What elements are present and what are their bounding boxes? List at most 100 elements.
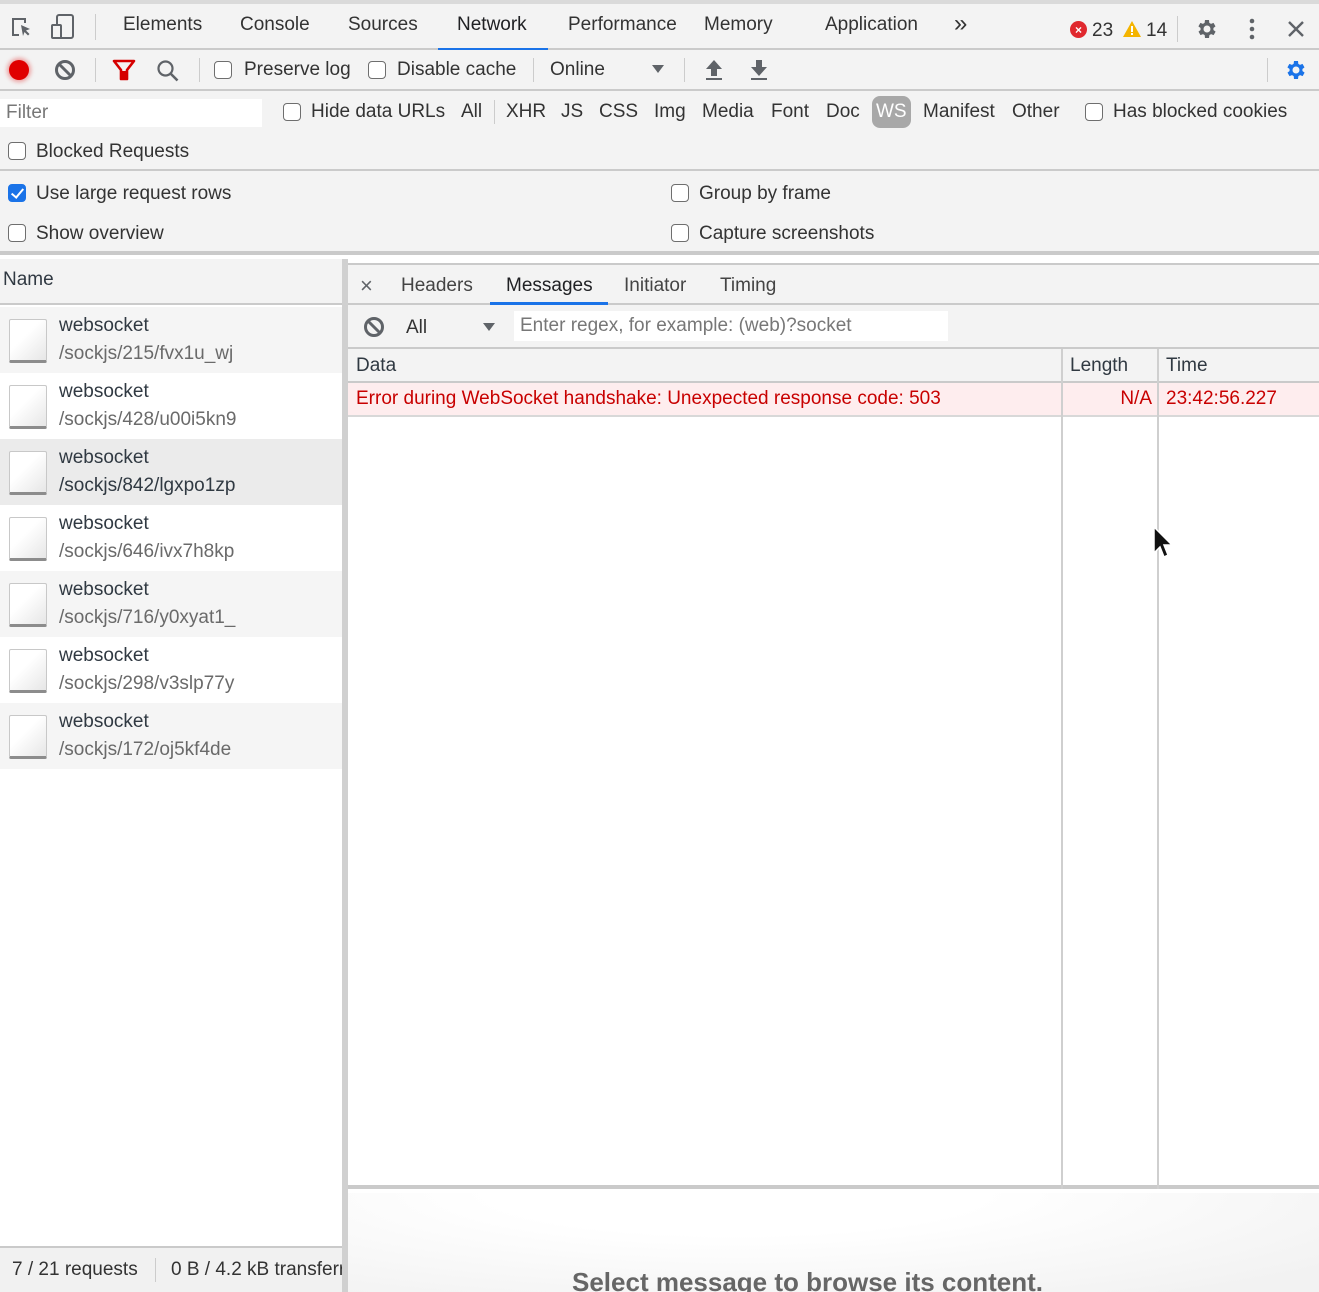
close-detail-icon[interactable]: × (360, 273, 373, 299)
blocked-requests-checkbox[interactable] (8, 142, 26, 160)
filter-type-img[interactable]: Img (654, 101, 686, 123)
kebab-menu-icon[interactable] (1240, 16, 1264, 42)
throttling-select[interactable]: Online (550, 59, 605, 81)
request-row[interactable]: websocket/sockjs/646/ivx7h8kp (0, 505, 342, 571)
filter-type-ws[interactable]: WS (872, 96, 911, 128)
show-overview-checkbox[interactable] (8, 224, 26, 242)
mouse-cursor-icon (1152, 525, 1176, 565)
capture-screenshots-checkbox[interactable] (671, 224, 689, 242)
column-divider[interactable] (1061, 349, 1063, 1189)
request-path: /sockjs/646/ivx7h8kp (59, 541, 235, 562)
disable-cache-label[interactable]: Disable cache (397, 59, 516, 81)
transfer-size: 0 B / 4.2 kB transferred (171, 1259, 344, 1280)
requests-count: 7 / 21 requests (12, 1259, 138, 1280)
search-button[interactable] (155, 58, 181, 84)
request-path: /sockjs/215/fvx1u_wj (59, 343, 234, 364)
message-row-error[interactable]: Error during WebSocket handshake: Unexpe… (348, 383, 1319, 417)
filter-toggle-button[interactable] (111, 58, 137, 82)
preserve-log-label[interactable]: Preserve log (244, 59, 351, 81)
inspect-element-icon[interactable] (8, 14, 34, 40)
document-icon (9, 649, 47, 693)
column-header-label: Time (1166, 355, 1208, 376)
close-icon[interactable] (1284, 16, 1308, 42)
request-row[interactable]: websocket/sockjs/172/oj5kf4de (0, 703, 342, 769)
tab-sources[interactable]: Sources (348, 14, 418, 36)
filter-type-font[interactable]: Font (771, 101, 809, 123)
filter-type-doc[interactable]: Doc (826, 101, 860, 123)
errors-count[interactable]: 23 (1092, 20, 1113, 42)
clear-messages-button[interactable] (363, 316, 385, 338)
document-icon (9, 385, 47, 429)
request-row[interactable]: websocket/sockjs/428/u00i5kn9 (0, 373, 342, 439)
filter-input[interactable] (0, 99, 262, 127)
dropdown-arrow-icon[interactable] (481, 320, 497, 334)
group-by-frame-label[interactable]: Group by frame (699, 183, 831, 205)
disable-cache-checkbox[interactable] (368, 61, 386, 79)
group-by-frame-checkbox[interactable] (671, 184, 689, 202)
request-row[interactable]: websocket/sockjs/298/v3slp77y (0, 637, 342, 703)
show-overview-label[interactable]: Show overview (36, 223, 164, 245)
clear-button[interactable] (53, 58, 77, 82)
filter-type-media[interactable]: Media (702, 101, 754, 123)
network-settings-button[interactable] (1282, 57, 1308, 83)
more-tabs-chevron-icon[interactable]: » (954, 10, 967, 38)
preserve-log-checkbox[interactable] (214, 61, 232, 79)
tab-performance[interactable]: Performance (568, 14, 677, 36)
hide-data-urls-checkbox[interactable] (283, 103, 301, 121)
warning-icon[interactable] (1122, 19, 1142, 39)
device-toolbar-icon[interactable] (50, 14, 76, 40)
warnings-count[interactable]: 14 (1146, 20, 1167, 42)
large-rows-label[interactable]: Use large request rows (36, 183, 231, 205)
document-icon (9, 715, 47, 759)
has-blocked-cookies-checkbox[interactable] (1085, 103, 1103, 121)
clear-icon (55, 60, 75, 80)
tab-network[interactable]: Network (457, 14, 527, 36)
tab-memory[interactable]: Memory (704, 14, 773, 36)
export-har-button[interactable] (747, 57, 771, 83)
message-type-select[interactable]: All (406, 317, 427, 339)
error-icon[interactable]: × (1070, 21, 1087, 38)
large-rows-checkbox[interactable] (8, 184, 26, 202)
filter-type-all[interactable]: All (461, 101, 482, 123)
tab-timing[interactable]: Timing (720, 275, 776, 297)
separator (199, 58, 200, 82)
request-row[interactable]: websocket/sockjs/716/y0xyat1_ (0, 571, 342, 637)
message-content-placeholder: Select message to browse its content. (348, 1193, 1319, 1292)
tab-elements[interactable]: Elements (123, 14, 202, 36)
document-icon (9, 319, 47, 363)
tab-headers[interactable]: Headers (401, 275, 473, 297)
name-header-label: Name (3, 269, 54, 290)
filter-type-xhr[interactable]: XHR (506, 101, 546, 123)
column-header-data[interactable]: Data (348, 349, 1062, 383)
column-header-length[interactable]: Length (1062, 349, 1158, 383)
filter-type-js[interactable]: JS (561, 101, 583, 123)
empty-state-text: Select message to browse its content. (572, 1267, 1044, 1292)
filter-type-css[interactable]: CSS (599, 101, 638, 123)
record-button[interactable] (7, 58, 31, 82)
dropdown-arrow-icon[interactable] (650, 62, 666, 76)
capture-screenshots-label[interactable]: Capture screenshots (699, 223, 874, 245)
separator (1267, 58, 1268, 82)
request-row[interactable]: websocket/sockjs/215/fvx1u_wj (0, 307, 342, 373)
column-divider[interactable] (1157, 349, 1159, 1189)
request-detail-panel: × Headers Messages Initiator Timing All … (348, 259, 1319, 1292)
filter-type-manifest[interactable]: Manifest (923, 101, 995, 123)
tab-console[interactable]: Console (240, 14, 310, 36)
filter-type-other[interactable]: Other (1012, 101, 1060, 123)
import-har-button[interactable] (702, 57, 726, 83)
column-header-label: Length (1070, 355, 1129, 376)
blocked-requests-label[interactable]: Blocked Requests (36, 141, 189, 163)
tab-application[interactable]: Application (825, 14, 918, 36)
clear-icon (364, 317, 384, 337)
record-dot-icon (9, 60, 29, 80)
regex-filter-input[interactable] (514, 311, 948, 341)
hide-data-urls-label[interactable]: Hide data URLs (311, 101, 445, 123)
column-header-time[interactable]: Time (1158, 349, 1319, 383)
separator (684, 58, 685, 82)
request-row[interactable]: websocket/sockjs/842/lgxpo1zp (0, 439, 342, 505)
tab-initiator[interactable]: Initiator (624, 275, 686, 297)
gear-icon[interactable] (1193, 16, 1219, 42)
tab-messages[interactable]: Messages (506, 275, 593, 297)
name-column-header[interactable]: Name (0, 259, 344, 305)
has-blocked-cookies-label[interactable]: Has blocked cookies (1113, 101, 1287, 123)
